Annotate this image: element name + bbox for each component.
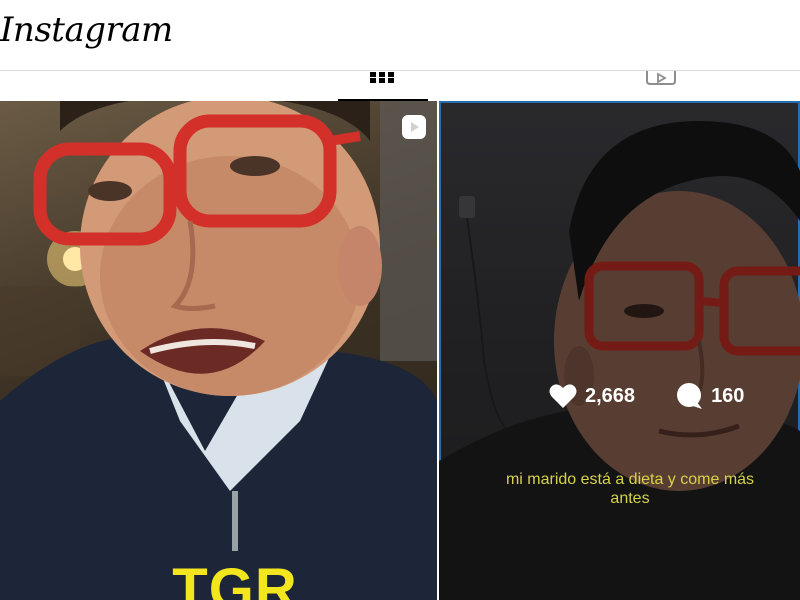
reel-thumbnail-image xyxy=(0,101,437,600)
caption-line-2: antes xyxy=(610,490,650,507)
heart-icon xyxy=(549,384,577,408)
reel-overlay-text: TGR xyxy=(172,557,298,600)
comments-count: 160 xyxy=(711,384,745,407)
grid-icon[interactable] xyxy=(369,71,395,83)
reel-play-icon xyxy=(402,115,426,139)
comment-bubble-icon xyxy=(677,383,703,409)
post-hover-stats: 2,668 160 xyxy=(549,380,744,412)
comments-stat: 160 xyxy=(675,382,744,410)
grid-post-reel[interactable]: TGR xyxy=(0,101,437,600)
profile-tabs xyxy=(0,71,800,101)
post-caption: mi marido está a dieta y come más antes xyxy=(460,470,800,508)
reels-icon[interactable] xyxy=(645,71,677,85)
top-header: Instagram xyxy=(0,0,800,71)
grid-post-hovered[interactable]: mi marido está a dieta y come más antes xyxy=(439,101,800,600)
caption-line-1: mi marido está a dieta y come más xyxy=(505,471,755,488)
hover-dim-overlay xyxy=(439,101,800,600)
likes-count: 2,668 xyxy=(585,384,636,407)
likes-stat: 2,668 xyxy=(549,383,635,409)
instagram-logo[interactable]: Instagram xyxy=(0,10,173,50)
